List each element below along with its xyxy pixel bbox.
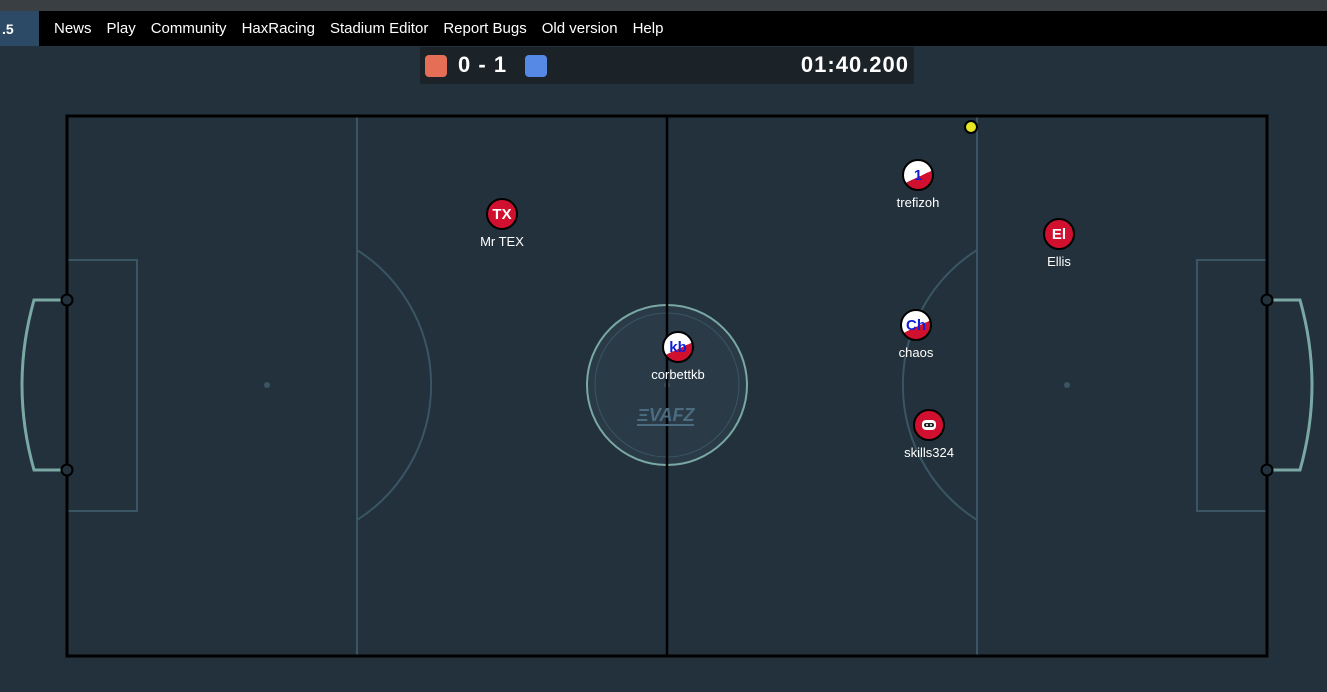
player-name: skills324 bbox=[904, 445, 954, 460]
left-penalty-spot bbox=[264, 382, 270, 388]
left-goalpost-bottom bbox=[60, 463, 74, 477]
player-chaos: Ch chaos bbox=[899, 309, 933, 360]
ball bbox=[964, 120, 978, 134]
left-goalpost-top bbox=[60, 293, 74, 307]
player-corbettkb: kb corbettkb bbox=[651, 331, 705, 382]
player-avatar: 1 bbox=[913, 166, 923, 184]
player-ellis: El Ellis bbox=[1043, 218, 1075, 269]
left-goal bbox=[20, 298, 67, 472]
player-disc: 1 bbox=[902, 159, 934, 191]
player-disc: TX bbox=[486, 198, 518, 230]
player-avatar: El bbox=[1051, 225, 1067, 243]
right-penalty-spot bbox=[1064, 382, 1070, 388]
player-disc bbox=[913, 409, 945, 441]
left-arc bbox=[356, 249, 433, 521]
robot-icon bbox=[922, 420, 936, 430]
right-goal bbox=[1267, 298, 1314, 472]
player-avatar: Ch bbox=[906, 316, 926, 334]
player-disc: kb bbox=[662, 331, 694, 363]
player-mr-tex: TX Mr TEX bbox=[480, 198, 524, 249]
player-avatar: kb bbox=[669, 338, 687, 356]
blue-team-indicator bbox=[525, 55, 547, 77]
player-name: Mr TEX bbox=[480, 234, 524, 249]
player-trefizoh: 1 trefizoh bbox=[897, 159, 939, 210]
left-penalty-box bbox=[67, 259, 138, 512]
player-name: chaos bbox=[898, 345, 934, 360]
player-avatar: TX bbox=[492, 205, 512, 223]
scoreboard: 0 - 1 01:40.200 bbox=[420, 47, 914, 84]
player-skills324: skills324 bbox=[904, 409, 954, 460]
right-goalpost-top bbox=[1260, 293, 1274, 307]
match-timer: 01:40.200 bbox=[800, 52, 909, 77]
player-name: corbettkb bbox=[651, 367, 705, 382]
blue-score: 1 bbox=[493, 52, 508, 77]
player-disc: El bbox=[1043, 218, 1075, 250]
player-disc: Ch bbox=[900, 309, 932, 341]
right-goalpost-bottom bbox=[1260, 463, 1274, 477]
player-name: Ellis bbox=[1047, 254, 1071, 269]
field-logo: ΞVAFZ bbox=[636, 405, 695, 425]
red-team-indicator bbox=[425, 55, 447, 77]
score-display: 0 - 1 bbox=[458, 52, 507, 78]
player-name: trefizoh bbox=[896, 195, 940, 210]
right-arc bbox=[901, 249, 978, 521]
red-score: 0 bbox=[458, 52, 472, 77]
score-separator: - bbox=[478, 52, 487, 77]
right-penalty-box bbox=[1196, 259, 1267, 512]
